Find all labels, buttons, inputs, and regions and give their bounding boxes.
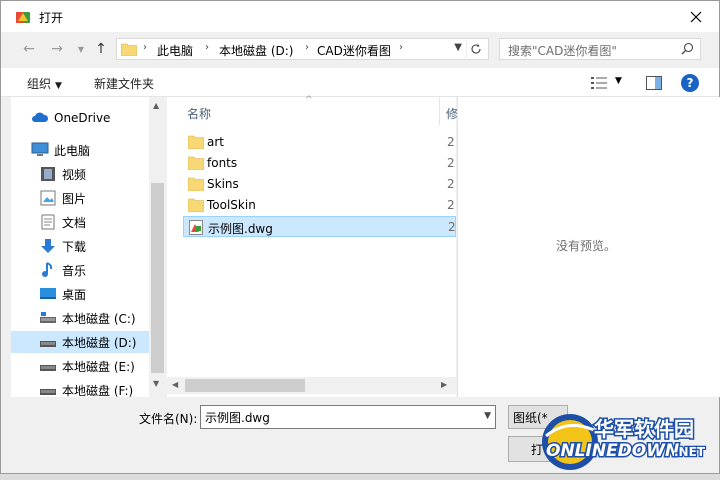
- folder-icon: [188, 177, 204, 191]
- folder-icon: [188, 135, 204, 149]
- address-dropdown-icon[interactable]: ▼: [454, 42, 462, 53]
- scroll-down-icon[interactable]: ▼: [153, 379, 159, 388]
- search-placeholder: 搜索"CAD迷你看图": [508, 44, 617, 58]
- up-button[interactable]: ↑: [91, 39, 111, 59]
- drive-icon: [40, 389, 56, 395]
- column-header-name[interactable]: 名称: [187, 105, 211, 122]
- view-dropdown-icon[interactable]: ▼: [615, 76, 622, 86]
- scrollbar-thumb[interactable]: [151, 183, 164, 373]
- watermark-cn: 华军软件园: [594, 417, 694, 441]
- search-icon: [681, 42, 694, 55]
- refresh-icon: [471, 44, 481, 54]
- nav-item-downloads[interactable]: 下载: [11, 235, 149, 257]
- folder-icon: [188, 156, 204, 170]
- breadcrumb-cad-folder[interactable]: CAD迷你看图: [317, 42, 391, 59]
- navigation-scrollbar[interactable]: ▲ ▼: [149, 97, 166, 397]
- scroll-right-icon[interactable]: ▶: [441, 380, 447, 389]
- nav-item-drive-d[interactable]: 本地磁盘 (D:): [11, 331, 149, 353]
- background-taskbar: [0, 474, 720, 480]
- filename-input[interactable]: [205, 407, 475, 427]
- new-folder-button[interactable]: 新建文件夹: [94, 75, 154, 92]
- file-row-sample-dwg[interactable]: 示例图.dwg 2: [183, 216, 456, 237]
- forward-button[interactable]: →: [47, 39, 67, 59]
- command-bar: 组织 ▼ 新建文件夹 ▼ ?: [1, 67, 719, 97]
- help-icon[interactable]: ?: [681, 74, 699, 92]
- back-button[interactable]: ←: [19, 39, 39, 59]
- drive-icon: [40, 312, 56, 323]
- preview-pane-icon[interactable]: [646, 76, 662, 90]
- arrow-left-icon: ←: [23, 41, 35, 57]
- breadcrumb-separator-icon: ›: [305, 42, 309, 53]
- breadcrumb-drive-d[interactable]: 本地磁盘 (D:): [219, 42, 293, 59]
- nav-item-music[interactable]: 音乐: [11, 259, 149, 281]
- folder-icon: [188, 198, 204, 212]
- search-box[interactable]: 搜索"CAD迷你看图": [499, 38, 701, 60]
- download-icon: [41, 239, 55, 253]
- file-row-toolskin[interactable]: ToolSkin 2: [183, 195, 456, 216]
- watermark-suffix: .NET: [674, 445, 706, 459]
- arrow-right-icon: →: [51, 41, 63, 57]
- organize-button[interactable]: 组织 ▼: [27, 75, 62, 92]
- nav-item-videos[interactable]: 视频: [11, 163, 149, 185]
- drive-icon: [40, 365, 56, 371]
- recent-locations-button[interactable]: ▼: [71, 39, 91, 59]
- nav-item-drive-f[interactable]: 本地磁盘 (F:): [11, 379, 149, 397]
- nav-item-this-pc[interactable]: 此电脑: [11, 139, 149, 161]
- file-list-horizontal-scrollbar[interactable]: ◀ ▶: [167, 377, 456, 394]
- desktop-icon: [40, 288, 56, 299]
- music-icon: [42, 262, 53, 277]
- file-row-fonts[interactable]: fonts 2: [183, 153, 456, 174]
- chevron-down-icon: ▼: [77, 44, 85, 54]
- nav-item-drive-c[interactable]: 本地磁盘 (C:): [11, 307, 149, 329]
- chevron-down-icon[interactable]: ▼: [484, 411, 491, 421]
- watermark-en: ONLINEDOWN: [546, 441, 679, 461]
- dwg-file-icon: [189, 220, 203, 235]
- view-options-icon[interactable]: [591, 76, 607, 90]
- video-icon: [41, 167, 55, 181]
- breadcrumb-this-pc[interactable]: 此电脑: [157, 42, 193, 59]
- navigation-pane: OneDrive 此电脑 视频 图片 文档 下载 音乐 桌面 本地磁盘 (C:)…: [11, 97, 166, 397]
- nav-item-documents[interactable]: 文档: [11, 211, 149, 233]
- refresh-button[interactable]: [466, 40, 484, 58]
- nav-item-drive-e[interactable]: 本地磁盘 (E:): [11, 355, 149, 377]
- app-icon: [16, 12, 30, 23]
- drive-icon: [40, 341, 56, 347]
- file-list: 名称 ^ 修 art 2 fonts 2 Skins 2 ToolSkin 2 …: [167, 95, 458, 397]
- computer-icon: [31, 142, 49, 156]
- chevron-down-icon: ▼: [55, 81, 62, 91]
- breadcrumb-separator-icon: ›: [205, 42, 209, 53]
- document-icon: [41, 214, 55, 230]
- file-row-art[interactable]: art 2: [183, 132, 456, 153]
- watermark-logo: 华军软件园 ONLINEDOWN .NET: [542, 414, 707, 470]
- filename-label: 文件名(N):: [139, 412, 198, 426]
- window-title: 打开: [39, 11, 64, 25]
- sort-ascending-icon: ^: [305, 95, 313, 105]
- title-bar: 打开: [1, 1, 719, 32]
- nav-item-desktop[interactable]: 桌面: [11, 283, 149, 305]
- picture-icon: [40, 190, 56, 206]
- cloud-icon: [32, 112, 49, 122]
- breadcrumb-separator-icon: ›: [143, 42, 147, 53]
- close-button[interactable]: [681, 5, 711, 29]
- close-icon: [690, 11, 702, 23]
- no-preview-text: 没有预览。: [556, 239, 617, 253]
- folder-icon: [121, 43, 137, 56]
- column-divider[interactable]: [439, 97, 440, 125]
- scroll-up-icon[interactable]: ▲: [153, 101, 159, 110]
- column-header-row: 名称 ^ 修: [167, 95, 458, 125]
- breadcrumb-separator-icon: ›: [399, 42, 403, 53]
- scrollbar-thumb[interactable]: [185, 379, 305, 392]
- filename-combobox[interactable]: ▼: [200, 405, 496, 429]
- arrow-up-icon: ↑: [95, 41, 107, 57]
- preview-pane: 没有预览。: [457, 97, 720, 397]
- nav-item-onedrive[interactable]: OneDrive: [11, 107, 149, 129]
- scroll-left-icon[interactable]: ◀: [172, 380, 178, 389]
- file-row-skins[interactable]: Skins 2: [183, 174, 456, 195]
- address-bar[interactable]: › 此电脑 › 本地磁盘 (D:) › CAD迷你看图 › ▼: [116, 38, 489, 60]
- nav-item-pictures[interactable]: 图片: [11, 187, 149, 209]
